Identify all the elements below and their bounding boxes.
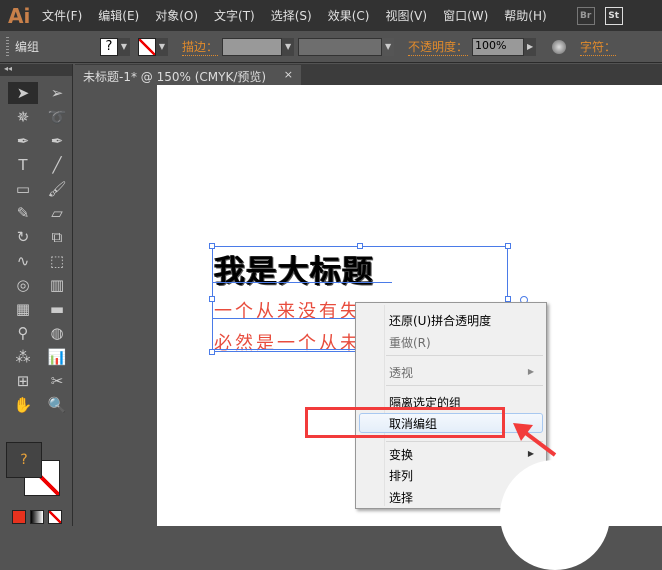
character-label[interactable]: 字符： <box>580 38 617 56</box>
zoom-tool-icon[interactable]: 🔍 <box>42 394 72 416</box>
opacity-arrow[interactable]: ▶ <box>524 37 537 56</box>
body-text-line-1[interactable]: 一个从来没有失 <box>214 297 361 323</box>
control-bar: 编组 ? ▼ ▼ 描边： ▼ ▼ 不透明度： 100% ▶ 字符： <box>0 31 662 63</box>
stroke-weight-dropdown[interactable]: ▼ <box>282 37 295 56</box>
annotation-highlight-box <box>305 407 505 438</box>
menu-help[interactable]: 帮助(H) <box>504 7 546 24</box>
slice-tool-icon[interactable]: ✂ <box>42 370 72 392</box>
mesh-tool-icon[interactable]: ▦ <box>8 298 38 320</box>
fill-dropdown[interactable]: ▼ <box>118 37 130 56</box>
tools-panel: ◂◂ ➤ ➢ ✵ ➰ ✒ ✒ T ╱ ▭ 🖌 ✎ ▱ ↻ ⧉ ∿ ⬚ ◎ ▥ ▦ ▬ ⚲ ◍ ⁂ 📊 ⊞ ✂ ✋ 🔍 ? <box>0 64 73 526</box>
menu-item-perspective: 透视 <box>389 366 414 380</box>
app-logo: Ai <box>8 3 31 28</box>
heading-text[interactable]: 我是大标题 <box>214 246 374 291</box>
gradient-mode-icon[interactable] <box>30 510 44 524</box>
symbol-sprayer-tool-icon[interactable]: ⁂ <box>8 346 38 368</box>
eraser-tool-icon[interactable]: ▱ <box>42 202 72 224</box>
pencil-tool-icon[interactable]: ✎ <box>8 202 38 224</box>
text-baseline <box>212 282 392 283</box>
close-icon[interactable]: × <box>284 68 293 81</box>
menu-effect[interactable]: 效果(C) <box>328 7 370 24</box>
menu-view[interactable]: 视图(V) <box>385 7 427 24</box>
artboard-tool-icon[interactable]: ⊞ <box>8 370 38 392</box>
opacity-label[interactable]: 不透明度： <box>408 38 469 56</box>
lasso-tool-icon[interactable]: ➰ <box>42 106 72 128</box>
body-text-line-2[interactable]: 必然是一个从未 <box>214 329 361 355</box>
stroke-swatch[interactable] <box>138 37 156 56</box>
scale-tool-icon[interactable]: ⧉ <box>42 226 72 248</box>
none-mode-icon[interactable] <box>48 510 62 524</box>
grip-handle[interactable] <box>6 36 9 57</box>
menu-file[interactable]: 文件(F) <box>42 7 82 24</box>
shape-builder-tool-icon[interactable]: ◎ <box>8 274 38 296</box>
gradient-tool-icon[interactable]: ▬ <box>42 298 72 320</box>
document-tabs: 未标题-1* @ 150% (CMYK/预览) × <box>75 64 662 85</box>
white-overlay <box>500 460 610 570</box>
tab-document[interactable]: 未标题-1* @ 150% (CMYK/预览) × <box>75 65 301 85</box>
recolor-icon[interactable] <box>552 39 567 54</box>
menu-item-redo: 重做(R) <box>389 336 431 350</box>
pasteboard <box>75 85 157 526</box>
menu-window[interactable]: 窗口(W) <box>443 7 488 24</box>
annotation-arrow-icon <box>513 423 557 457</box>
menu-type[interactable]: 文字(T) <box>214 7 255 24</box>
selection-tool-icon[interactable]: ➤ <box>8 82 38 104</box>
stroke-label[interactable]: 描边： <box>182 38 219 56</box>
direct-selection-tool-icon[interactable]: ➢ <box>42 82 72 104</box>
menu-item-select[interactable]: 选择 <box>389 489 413 506</box>
type-tool-icon[interactable]: T <box>8 154 38 176</box>
submenu-arrow-icon: ▶ <box>527 367 534 376</box>
opacity-field[interactable]: 100% <box>472 37 525 56</box>
color-mode-icon[interactable] <box>12 510 26 524</box>
menu-item-transform[interactable]: 变换 <box>389 446 413 463</box>
eyedropper-tool-icon[interactable]: ⚲ <box>8 322 38 344</box>
menu-select[interactable]: 选择(S) <box>271 7 312 24</box>
blend-tool-icon[interactable]: ◍ <box>42 322 72 344</box>
warp-tool-icon[interactable]: ∿ <box>8 250 38 272</box>
menu-object[interactable]: 对象(O) <box>155 7 198 24</box>
menu-separator <box>386 355 543 356</box>
selection-type: 编组 <box>15 40 40 54</box>
stroke-weight-field[interactable] <box>222 37 283 56</box>
fill-color-box[interactable]: ? <box>6 442 42 478</box>
profile-dropdown[interactable]: ▼ <box>382 37 395 56</box>
menu-bar: Ai 文件(F) 编辑(E) 对象(O) 文字(T) 选择(S) 效果(C) 视… <box>0 0 662 31</box>
tab-title: 未标题-1* @ 150% (CMYK/预览) <box>83 70 267 84</box>
paintbrush-tool-icon[interactable]: 🖌 <box>42 178 72 200</box>
rotate-tool-icon[interactable]: ↻ <box>8 226 38 248</box>
collapse-icon[interactable]: ◂◂ <box>0 64 72 76</box>
bridge-icon[interactable]: Br <box>576 6 595 25</box>
fill-swatch[interactable]: ? <box>100 37 118 56</box>
rectangle-tool-icon[interactable]: ▭ <box>8 178 38 200</box>
stock-icon[interactable]: St <box>604 6 623 25</box>
graph-column-tool-icon[interactable]: ▥ <box>42 274 72 296</box>
pen-tool-icon[interactable]: ✒ <box>8 130 38 152</box>
hand-tool-icon[interactable]: ✋ <box>8 394 38 416</box>
column-graph-tool-icon[interactable]: 📊 <box>42 346 72 368</box>
menu-item-undo[interactable]: 还原(U)拼合透明度 <box>389 312 491 329</box>
stroke-dropdown[interactable]: ▼ <box>156 37 168 56</box>
resize-handle[interactable] <box>505 243 511 249</box>
free-transform-tool-icon[interactable]: ⬚ <box>42 250 72 272</box>
menu-edit[interactable]: 编辑(E) <box>98 7 139 24</box>
menu-separator <box>386 385 543 386</box>
stroke-profile-select[interactable] <box>298 37 383 56</box>
magic-wand-tool-icon[interactable]: ✵ <box>8 106 38 128</box>
curvature-tool-icon[interactable]: ✒ <box>42 130 72 152</box>
line-tool-icon[interactable]: ╱ <box>42 154 72 176</box>
menu-item-arrange[interactable]: 排列 <box>389 467 413 484</box>
